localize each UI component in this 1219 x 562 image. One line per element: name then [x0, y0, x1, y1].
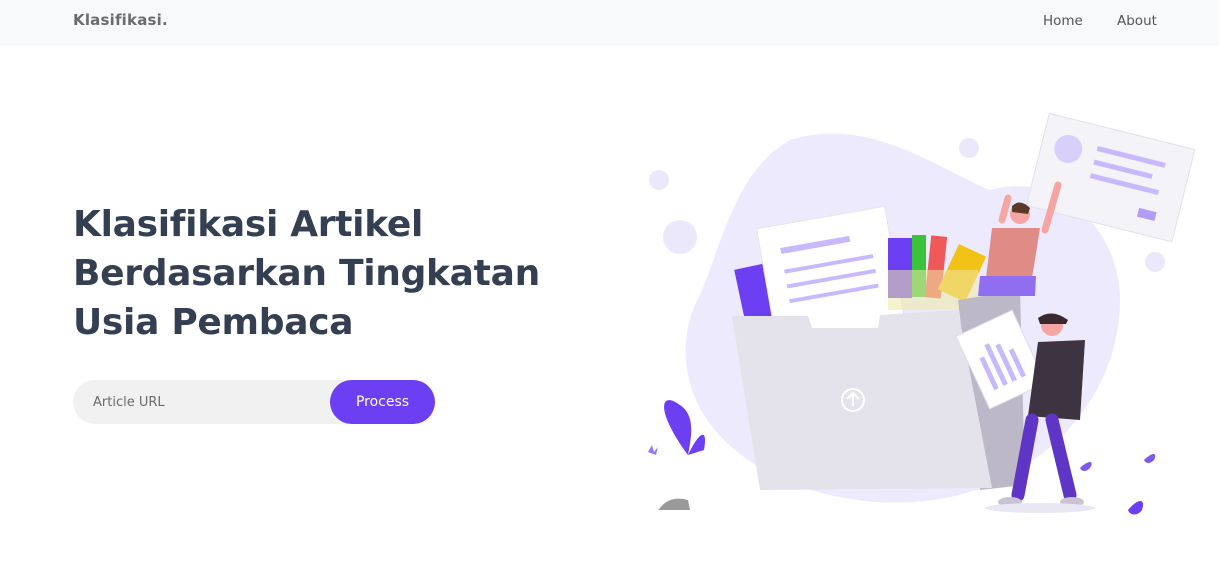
- plant-leaf-icon: [664, 400, 692, 455]
- brand-logo[interactable]: Klasifikasi.: [73, 11, 168, 29]
- page-title-line: Usia Pembaca: [73, 302, 354, 343]
- nav-link-home[interactable]: Home: [1043, 13, 1083, 29]
- page-title-line: Berdasarkan Tingkatan: [73, 253, 540, 294]
- decor-circle: [959, 138, 979, 158]
- plant-leaf-icon: [1080, 462, 1092, 471]
- plant-leaf-icon: [1128, 501, 1144, 515]
- page-title-line: Klasifikasi Artikel: [73, 204, 424, 245]
- rock-icon: [658, 498, 690, 510]
- nav-link-about[interactable]: About: [1117, 13, 1157, 29]
- process-button[interactable]: Process: [330, 380, 435, 424]
- article-url-input[interactable]: [73, 380, 343, 424]
- navbar: Klasifikasi. Home About: [0, 0, 1219, 46]
- article-url-form: Process: [73, 380, 435, 424]
- folder-upload-people-illustration: [648, 112, 1196, 515]
- grass-icon: [648, 445, 658, 455]
- decor-circle: [663, 220, 697, 254]
- decor-circle: [1145, 252, 1165, 272]
- page-title: Klasifikasi Artikel Berdasarkan Tingkata…: [73, 200, 573, 347]
- decor-circle: [649, 170, 669, 190]
- folder-front: [732, 310, 992, 490]
- plant-leaf-icon: [1144, 454, 1156, 463]
